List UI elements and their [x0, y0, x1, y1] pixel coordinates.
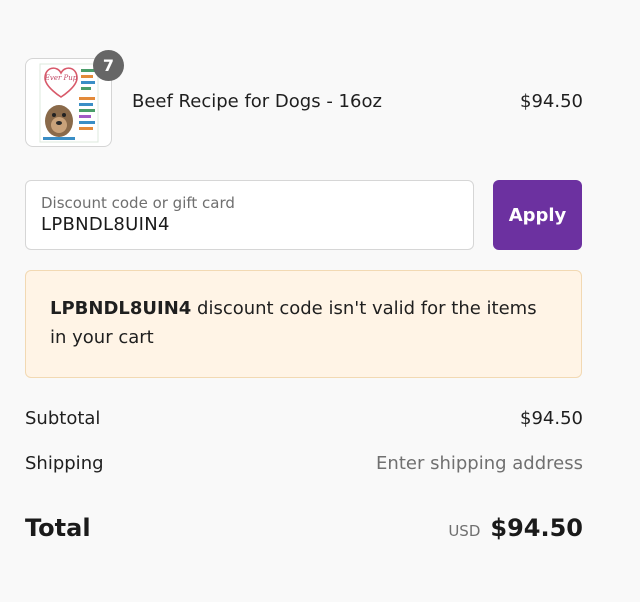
total-amount: USD $94.50	[448, 514, 583, 542]
error-discount-code: LPBNDL8UIN4	[50, 298, 192, 319]
shipping-label: Shipping	[25, 453, 104, 474]
total-label: Total	[25, 514, 91, 542]
apply-button[interactable]: Apply	[493, 180, 582, 250]
product-image: Ever Pup	[39, 63, 99, 143]
quantity-badge: 7	[93, 50, 124, 81]
discount-code-input[interactable]: LPBNDL8UIN4	[41, 214, 170, 235]
product-price: $94.50	[520, 91, 583, 112]
total-value: $94.50	[490, 514, 583, 542]
currency-code: USD	[448, 522, 481, 540]
product-image-text: Ever Pup	[44, 74, 78, 82]
discount-error-banner: LPBNDL8UIN4 discount code isn't valid fo…	[25, 270, 582, 378]
line-item: Ever Pup 7 Beef Recipe for Dogs - 16oz $…	[25, 50, 583, 148]
discount-code-field[interactable]: Discount code or gift card LPBNDL8UIN4	[25, 180, 474, 250]
discount-code-label: Discount code or gift card	[41, 194, 235, 212]
shipping-value: Enter shipping address	[376, 453, 583, 474]
subtotal-value: $94.50	[520, 408, 583, 429]
product-name: Beef Recipe for Dogs - 16oz	[132, 91, 382, 112]
subtotal-label: Subtotal	[25, 408, 101, 429]
order-summary: Ever Pup 7 Beef Recipe for Dogs - 16oz $…	[0, 0, 640, 602]
